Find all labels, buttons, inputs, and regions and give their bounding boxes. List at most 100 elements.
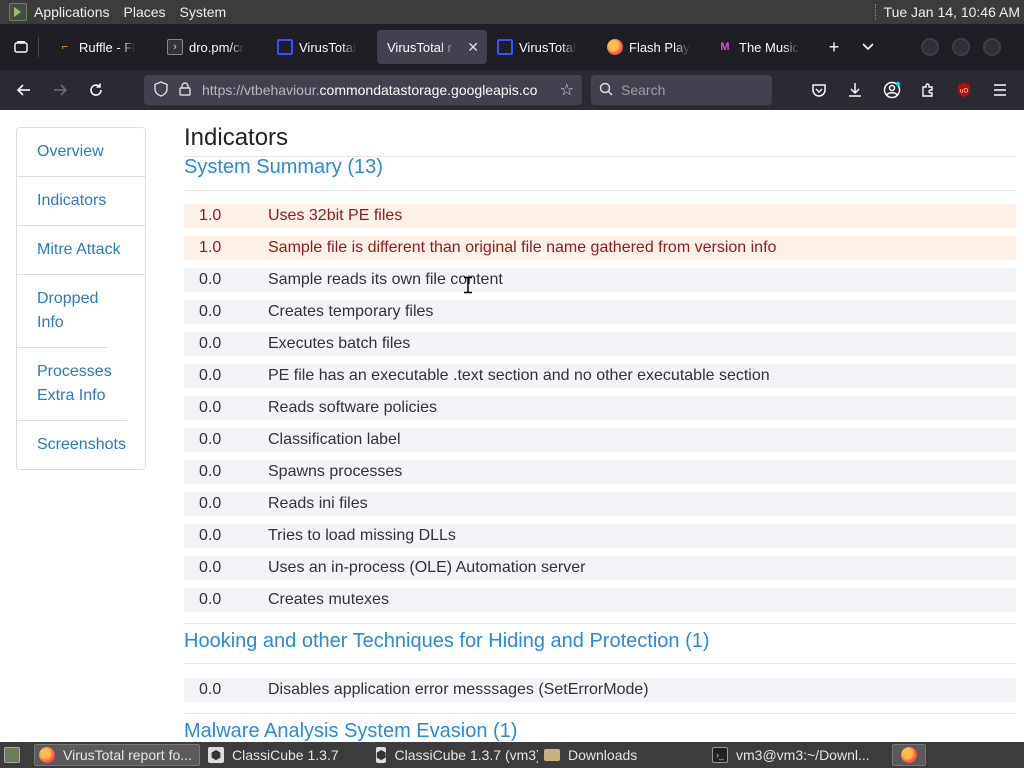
url-host: commondatastorage.googleapis.co [319,82,538,98]
tab-bar: ⌐ Ruffle - Fl › dro.pm/cr VirusTotal Vir… [0,24,1024,70]
tab-ruffle[interactable]: ⌐ Ruffle - Fl [47,30,157,64]
firefox-icon [39,747,55,763]
lock-icon[interactable] [174,81,196,99]
tab-label: VirusTotal r [387,39,452,55]
indicator-row: 0.0 Sample reads its own file content [184,268,1016,292]
search-icon [599,82,613,99]
panel-clock[interactable]: Tue Jan 14, 10:46 AM [884,4,1020,20]
report-sidebar: Overview Indicators Mitre Attack Dropped… [16,127,146,470]
taskbar-item-virustotal[interactable]: VirusTotal report fo... [34,744,200,766]
indicator-text: Spawns processes [268,463,403,480]
section-title-hooking[interactable]: Hooking and other Techniques for Hiding … [184,630,710,653]
address-bar[interactable]: https://vtbehaviour.commondatastorage.go… [144,75,582,105]
indicator-text: Tries to load missing DLLs [268,527,456,544]
indicator-row: 0.0 Executes batch files [184,332,1016,356]
indicator-text: Classification label [268,431,401,448]
sidebar-item-processes-extra-info[interactable]: Processes Extra Info [17,348,127,421]
desktop-icon [4,747,20,763]
tab-label: The Music [739,39,799,55]
indicator-row: 0.0 Creates temporary files [184,300,1016,324]
indicator-row: 1.0 Sample file is different than origin… [184,236,1016,260]
navigation-bar: https://vtbehaviour.commondatastorage.go… [0,70,1024,110]
indicator-row: 0.0 PE file has an executable .text sect… [184,364,1016,388]
workspace-switcher[interactable] [892,744,926,766]
taskbar-item-label: Downloads [568,747,638,763]
tab-virustotal-1[interactable]: VirusTotal [267,30,377,64]
indicator-score: 0.0 [199,463,222,480]
applications-menu-icon[interactable] [9,3,27,21]
divider [184,190,1016,191]
sidebar-item-indicators[interactable]: Indicators [17,177,145,226]
section-title-system-summary[interactable]: System Summary (13) [184,156,383,179]
indicator-text: Creates mutexes [268,591,389,608]
folder-icon [544,749,560,761]
downloads-icon[interactable] [839,74,871,106]
indicator-row: 0.0 Creates mutexes [184,588,1016,612]
taskbar: VirusTotal report fo... ⬢ ClassiCube 1.3… [0,742,1024,768]
panel-separator [874,4,876,20]
virustotal-icon [277,39,293,55]
bookmark-star-icon[interactable]: ☆ [560,80,574,100]
taskbar-item-classicube-vm3[interactable]: ⬢ ClassiCube 1.3.7 (vm3) [372,744,538,766]
indicator-row: 0.0 Classification label [184,428,1016,452]
ruffle-icon: ⌐ [61,41,69,53]
indicator-score: 0.0 [199,303,222,320]
applications-menu[interactable]: Applications [34,4,110,20]
list-all-tabs-icon[interactable] [851,30,885,64]
tab-label: dro.pm/cr [189,39,244,55]
indicator-score: 0.0 [199,399,222,416]
taskbar-item-classicube[interactable]: ⬢ ClassiCube 1.3.7 [204,744,368,766]
forward-icon[interactable] [42,74,78,106]
extensions-icon[interactable] [912,74,944,106]
sidebar-item-mitre-attack[interactable]: Mitre Attack [17,226,145,275]
indicator-row: 0.0 Tries to load missing DLLs [184,524,1016,548]
tab-flash-player[interactable]: Flash Play [597,30,707,64]
sidebar-item-dropped-info[interactable]: Dropped Info [17,275,107,348]
indicator-score: 0.0 [199,559,222,576]
firefox-icon [607,39,623,55]
indicator-score: 0.0 [199,591,222,608]
maximize-window-icon[interactable] [952,38,970,56]
back-icon[interactable] [6,74,42,106]
pocket-icon[interactable] [803,74,835,106]
indicator-text: Sample file is different than original f… [268,239,777,256]
sidebar-item-screenshots[interactable]: Screenshots [17,421,145,469]
new-tab-icon[interactable]: + [817,30,851,64]
indicator-text: Disables application error messsages (Se… [268,681,649,698]
tab-label: Flash Play [629,39,690,55]
indicator-text: Creates temporary files [268,303,434,320]
system-menu[interactable]: System [180,4,227,20]
close-window-icon[interactable] [983,38,1001,56]
show-desktop-button[interactable] [2,744,24,766]
indicator-score: 0.0 [199,495,222,512]
account-icon[interactable] [876,74,908,106]
indicator-text: Uses 32bit PE files [268,207,403,224]
sidebar-item-overview[interactable]: Overview [17,128,145,177]
tab-virustotal-2[interactable]: VirusTotal [487,30,597,64]
close-tab-icon[interactable]: ✕ [467,39,479,56]
indicator-text: Reads software policies [268,399,437,416]
text-cursor-icon [464,276,472,294]
section-title-evasion[interactable]: Malware Analysis System Evasion (1) [184,720,517,742]
reload-icon[interactable] [78,74,114,106]
tab-separator [38,37,39,57]
search-bar[interactable]: Search [591,75,772,105]
menu-icon[interactable] [984,74,1016,106]
taskbar-item-terminal[interactable]: ›_ vm3@vm3:~/Downl... [708,744,888,766]
tab-label: Ruffle - Fl [79,39,136,55]
tab-virustotal-report[interactable]: VirusTotal r ✕ [377,30,487,64]
ublock-origin-icon[interactable]: uO [948,74,980,106]
indicator-score: 0.0 [199,335,222,352]
tab-dro-pm[interactable]: › dro.pm/cr [157,30,267,64]
tab-label: VirusTotal [519,39,576,55]
minimize-window-icon[interactable] [921,38,939,56]
tab-list-icon[interactable] [4,30,38,64]
page-content: Overview Indicators Mitre Attack Dropped… [0,110,1024,742]
cube-icon: ⬢ [376,747,387,763]
tab-the-music[interactable]: M The Music [707,30,817,64]
shield-icon[interactable] [150,80,172,100]
places-menu[interactable]: Places [124,4,166,20]
taskbar-item-label: vm3@vm3:~/Downl... [736,747,870,763]
taskbar-item-downloads[interactable]: Downloads [540,744,704,766]
svg-text:uO: uO [960,88,969,95]
